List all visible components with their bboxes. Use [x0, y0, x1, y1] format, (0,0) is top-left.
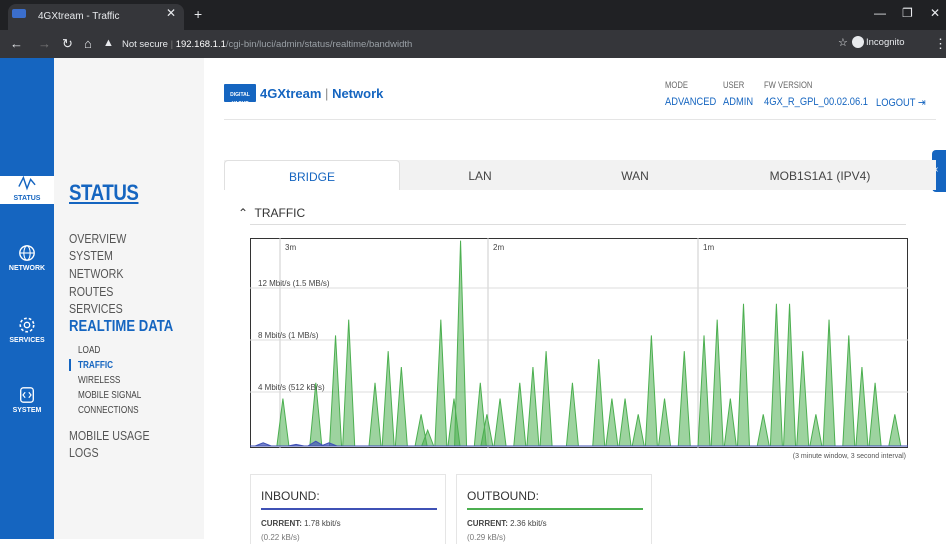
logout-label: LOGOUT	[876, 97, 916, 109]
tab-lan[interactable]: LAN	[400, 160, 560, 190]
rail-system[interactable]: SYSTEM	[0, 386, 54, 414]
nav-overview[interactable]: OVERVIEW	[69, 231, 126, 246]
inbound-sub: (0.22 kB/s)	[261, 533, 300, 542]
mode-value: ADVANCED	[665, 96, 717, 108]
favicon-icon	[12, 9, 26, 18]
nav-wireless[interactable]: WIRELESS	[78, 375, 120, 386]
nav-mobile-signal[interactable]: MOBILE SIGNAL	[78, 390, 141, 401]
nav-realtime-data[interactable]: REALTIME DATA	[69, 318, 173, 336]
logout-link[interactable]: LOGOUT ⇥	[876, 96, 926, 109]
back-icon[interactable]: ←	[10, 36, 23, 51]
current-value: 2.36 kbit/s	[510, 519, 547, 528]
rate-label: 4 Mbit/s (512 kB/s)	[258, 383, 325, 392]
sidebar-title[interactable]: STATUS	[69, 180, 139, 206]
traffic-title: TRAFFIC	[254, 206, 306, 220]
logo: DIGITAL YACHT	[224, 84, 256, 107]
traffic-chart: 3m 2m 1m 12 Mbit/s (1.5 MB/s) 8 Mbit/s (1 MB…	[250, 238, 908, 448]
nav-logs[interactable]: LOGS	[69, 445, 99, 460]
nav-load[interactable]: LOAD	[78, 345, 100, 356]
url-path: /cgi-bin/luci/admin/status/realtime/band…	[225, 39, 413, 50]
current-value: 1.78 kbit/s	[304, 519, 341, 528]
warning-icon[interactable]: ▲	[103, 37, 114, 49]
time-label: 1m	[703, 243, 714, 252]
user-value: ADMIN	[723, 96, 754, 108]
rail-status[interactable]: STATUS	[0, 174, 54, 202]
header-divider	[224, 119, 936, 120]
browser-tab-title: 4GXtream - Traffic	[38, 11, 120, 22]
rail-label: NETWORK	[8, 265, 46, 272]
globe-icon	[19, 245, 35, 261]
rate-label: 12 Mbit/s (1.5 MB/s)	[258, 279, 330, 288]
star-icon[interactable]: ☆	[838, 36, 848, 49]
user-label: USER	[723, 80, 745, 90]
logo-text: DIGITAL YACHT	[230, 92, 250, 107]
logout-icon: ⇥	[917, 97, 926, 109]
rail-network[interactable]: NETWORK	[0, 244, 54, 272]
outbound-sub: (0.29 kB/s)	[467, 533, 506, 542]
restore-icon[interactable]: ❐	[902, 6, 913, 20]
home-icon[interactable]: ⌂	[84, 36, 92, 51]
new-tab-icon[interactable]: +	[194, 6, 202, 22]
close-tab-icon[interactable]: ✕	[166, 6, 176, 20]
rail-label: SERVICES	[9, 337, 45, 344]
rail-label: STATUS	[13, 195, 41, 202]
traffic-section-header[interactable]: ⌃ TRAFFIC	[238, 206, 305, 220]
mode-label: MODE	[665, 80, 688, 90]
section-divider	[250, 224, 906, 225]
nav-traffic[interactable]: TRAFFIC	[78, 360, 113, 371]
incognito-icon	[852, 36, 864, 48]
outbound-current: CURRENT: 2.36 kbit/s	[467, 519, 547, 528]
code-icon	[20, 387, 34, 403]
active-indicator	[69, 359, 71, 371]
inbound-line	[261, 508, 437, 510]
browser-tab[interactable]: 4GXtream - Traffic	[8, 4, 184, 30]
menu-icon[interactable]: ⋮	[934, 36, 946, 52]
divider: |	[325, 86, 329, 101]
url-host: 192.168.1.1	[175, 39, 226, 50]
reload-icon[interactable]: ↻	[62, 36, 73, 52]
time-label: 2m	[493, 243, 504, 252]
current-label: CURRENT:	[467, 519, 508, 528]
fw-label: FW VERSION	[764, 80, 813, 90]
brand-name: 4GXtream	[260, 86, 322, 101]
rate-label: 8 Mbit/s (1 MB/s)	[258, 331, 319, 340]
outbound-title: OUTBOUND:	[467, 489, 539, 503]
rail-label: SYSTEM	[12, 407, 42, 414]
inbound-title: INBOUND:	[261, 489, 320, 503]
address-bar[interactable]: Not secure | 192.168.1.1/cgi-bin/luci/ad…	[122, 34, 802, 55]
nav-services[interactable]: SERVICES	[69, 301, 123, 316]
icon-rail	[0, 58, 54, 539]
nav-routes[interactable]: ROUTES	[69, 284, 113, 299]
brand-section: Network	[332, 86, 384, 101]
nav-network[interactable]: NETWORK	[69, 266, 123, 281]
outbound-card: OUTBOUND: CURRENT: 2.36 kbit/s (0.29 kB/…	[456, 474, 652, 544]
tab-wan[interactable]: WAN	[560, 160, 710, 190]
rail-services[interactable]: SERVICES	[0, 316, 54, 344]
window-close-icon[interactable]: ✕	[930, 6, 940, 20]
chart-note: (3 minute window, 3 second interval)	[792, 453, 906, 460]
nav-mobile-usage[interactable]: MOBILE USAGE	[69, 428, 150, 443]
brand-title: 4GXtream | Network	[260, 86, 383, 101]
inbound-card: INBOUND: CURRENT: 1.78 kbit/s (0.22 kB/s…	[250, 474, 446, 544]
separator: |	[170, 39, 174, 50]
minimize-icon[interactable]: —	[874, 6, 886, 20]
inbound-current: CURRENT: 1.78 kbit/s	[261, 519, 341, 528]
nav-system[interactable]: SYSTEM	[69, 248, 113, 263]
incognito-label: Incognito	[866, 37, 905, 48]
time-label: 3m	[285, 243, 296, 252]
gear-icon	[19, 317, 35, 333]
forward-icon[interactable]: →	[38, 36, 51, 51]
outbound-line	[467, 508, 643, 510]
tab-mob1s1a1[interactable]: MOB1S1A1 (IPV4)	[720, 160, 920, 190]
chevron-up-icon: ⌃	[238, 206, 249, 220]
tab-bridge[interactable]: BRIDGE	[224, 160, 400, 190]
activity-icon	[18, 175, 36, 191]
nav-connections[interactable]: CONNECTIONS	[78, 405, 139, 416]
current-label: CURRENT:	[261, 519, 302, 528]
fw-value: 4GX_R_GPL_00.02.06.1	[764, 96, 868, 108]
security-label: Not secure	[122, 39, 168, 50]
